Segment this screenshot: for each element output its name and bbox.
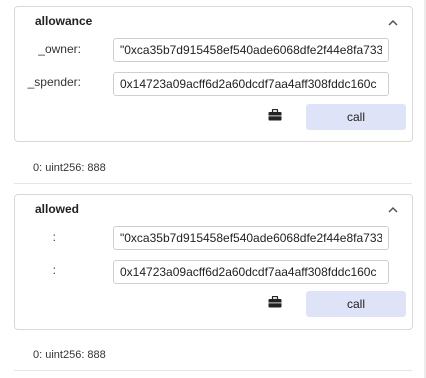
result-divider: [14, 183, 412, 184]
function-panel-allowance: allowance _owner: _spender: call: [14, 6, 413, 142]
owner-input[interactable]: [113, 38, 389, 62]
chevron-up-icon[interactable]: [386, 203, 400, 217]
param-label-2: :: [52, 263, 56, 277]
call-result: 0: uint256: 888: [33, 349, 106, 361]
function-title: allowed: [35, 202, 80, 216]
param-1-input[interactable]: [113, 226, 389, 250]
call-button[interactable]: call: [306, 104, 406, 130]
param-label-spender: _spender:: [27, 75, 81, 89]
param-2-input[interactable]: [113, 260, 389, 284]
param-label-owner: _owner:: [38, 42, 81, 56]
spender-input[interactable]: [113, 72, 389, 96]
param-label-1: :: [52, 230, 56, 244]
function-title: allowance: [35, 14, 93, 28]
briefcase-icon[interactable]: [268, 296, 282, 308]
chevron-up-icon[interactable]: [386, 16, 400, 30]
result-divider: [14, 370, 412, 371]
call-result: 0: uint256: 888: [33, 162, 106, 174]
function-panel-allowed: allowed : : call: [14, 194, 413, 330]
briefcase-icon[interactable]: [268, 109, 282, 121]
call-button[interactable]: call: [306, 291, 406, 317]
